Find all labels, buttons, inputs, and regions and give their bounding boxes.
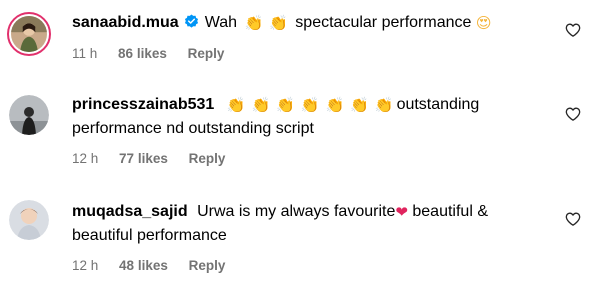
comment-time[interactable]: 12 h (72, 258, 98, 273)
clapping-hands-icon: 👏 (325, 96, 345, 114)
comment-time[interactable]: 11 h (72, 46, 97, 61)
avatar[interactable] (9, 95, 49, 135)
comment-username[interactable]: princesszainab531 (72, 96, 214, 113)
reply-button[interactable]: Reply (188, 46, 225, 61)
comment-likes[interactable]: 48 likes (119, 258, 168, 273)
comment-text: Urwa is my always favourite (197, 203, 396, 220)
comment-body: princesszainab531 👏 👏 👏 👏 👏 👏 👏 outstanding per… (72, 93, 542, 141)
comment-meta: 11 h 86 likes Reply (72, 46, 241, 61)
avatar[interactable] (9, 200, 49, 240)
clapping-hands-icon: 👏 (226, 96, 246, 114)
like-button[interactable] (565, 106, 581, 122)
clapping-hands-icon: 👏 (350, 96, 369, 114)
comment-text: Wah (204, 14, 238, 31)
comment-likes[interactable]: 77 likes (119, 151, 168, 166)
comment-body: muqadsa_sajid Urwa is my always favourit… (72, 200, 542, 248)
heart-outline-icon (565, 23, 581, 37)
comment-username[interactable]: sanaabid.mua (72, 14, 179, 31)
clapping-hands-icon: 👏 (251, 96, 271, 114)
clapping-hands-icon: 👏 (374, 96, 394, 114)
comment-likes[interactable]: 86 likes (118, 46, 167, 61)
like-button[interactable] (565, 211, 581, 227)
clapping-hands-icon: 👏 (244, 14, 264, 32)
comment-username[interactable]: muqadsa_sajid (72, 203, 188, 220)
reply-button[interactable]: Reply (189, 151, 226, 166)
clapping-hands-icon: 👏 (300, 96, 320, 114)
comment-meta: 12 h 48 likes Reply (72, 258, 242, 273)
heart-outline-icon (565, 212, 581, 226)
red-heart-icon: ❤ (395, 203, 408, 221)
avatar[interactable] (7, 12, 51, 56)
like-button[interactable] (565, 22, 581, 38)
clapping-hands-icon: 👏 (276, 96, 295, 114)
avatar-image (11, 16, 47, 52)
comment-body: sanaabid.mua Wah 👏 👏 spectacular performan… (72, 11, 542, 35)
heart-eyes-emoji-icon: 😍 (475, 14, 492, 32)
comment-time[interactable]: 12 h (72, 151, 98, 166)
comment-meta: 12 h 77 likes Reply (72, 151, 242, 166)
comment-text: spectacular performance (295, 14, 472, 31)
heart-outline-icon (565, 107, 581, 121)
reply-button[interactable]: Reply (189, 258, 226, 273)
avatar-image (9, 95, 49, 135)
clapping-hands-icon: 👏 (269, 14, 288, 32)
verified-badge-icon (184, 14, 198, 28)
avatar-image (9, 200, 49, 240)
